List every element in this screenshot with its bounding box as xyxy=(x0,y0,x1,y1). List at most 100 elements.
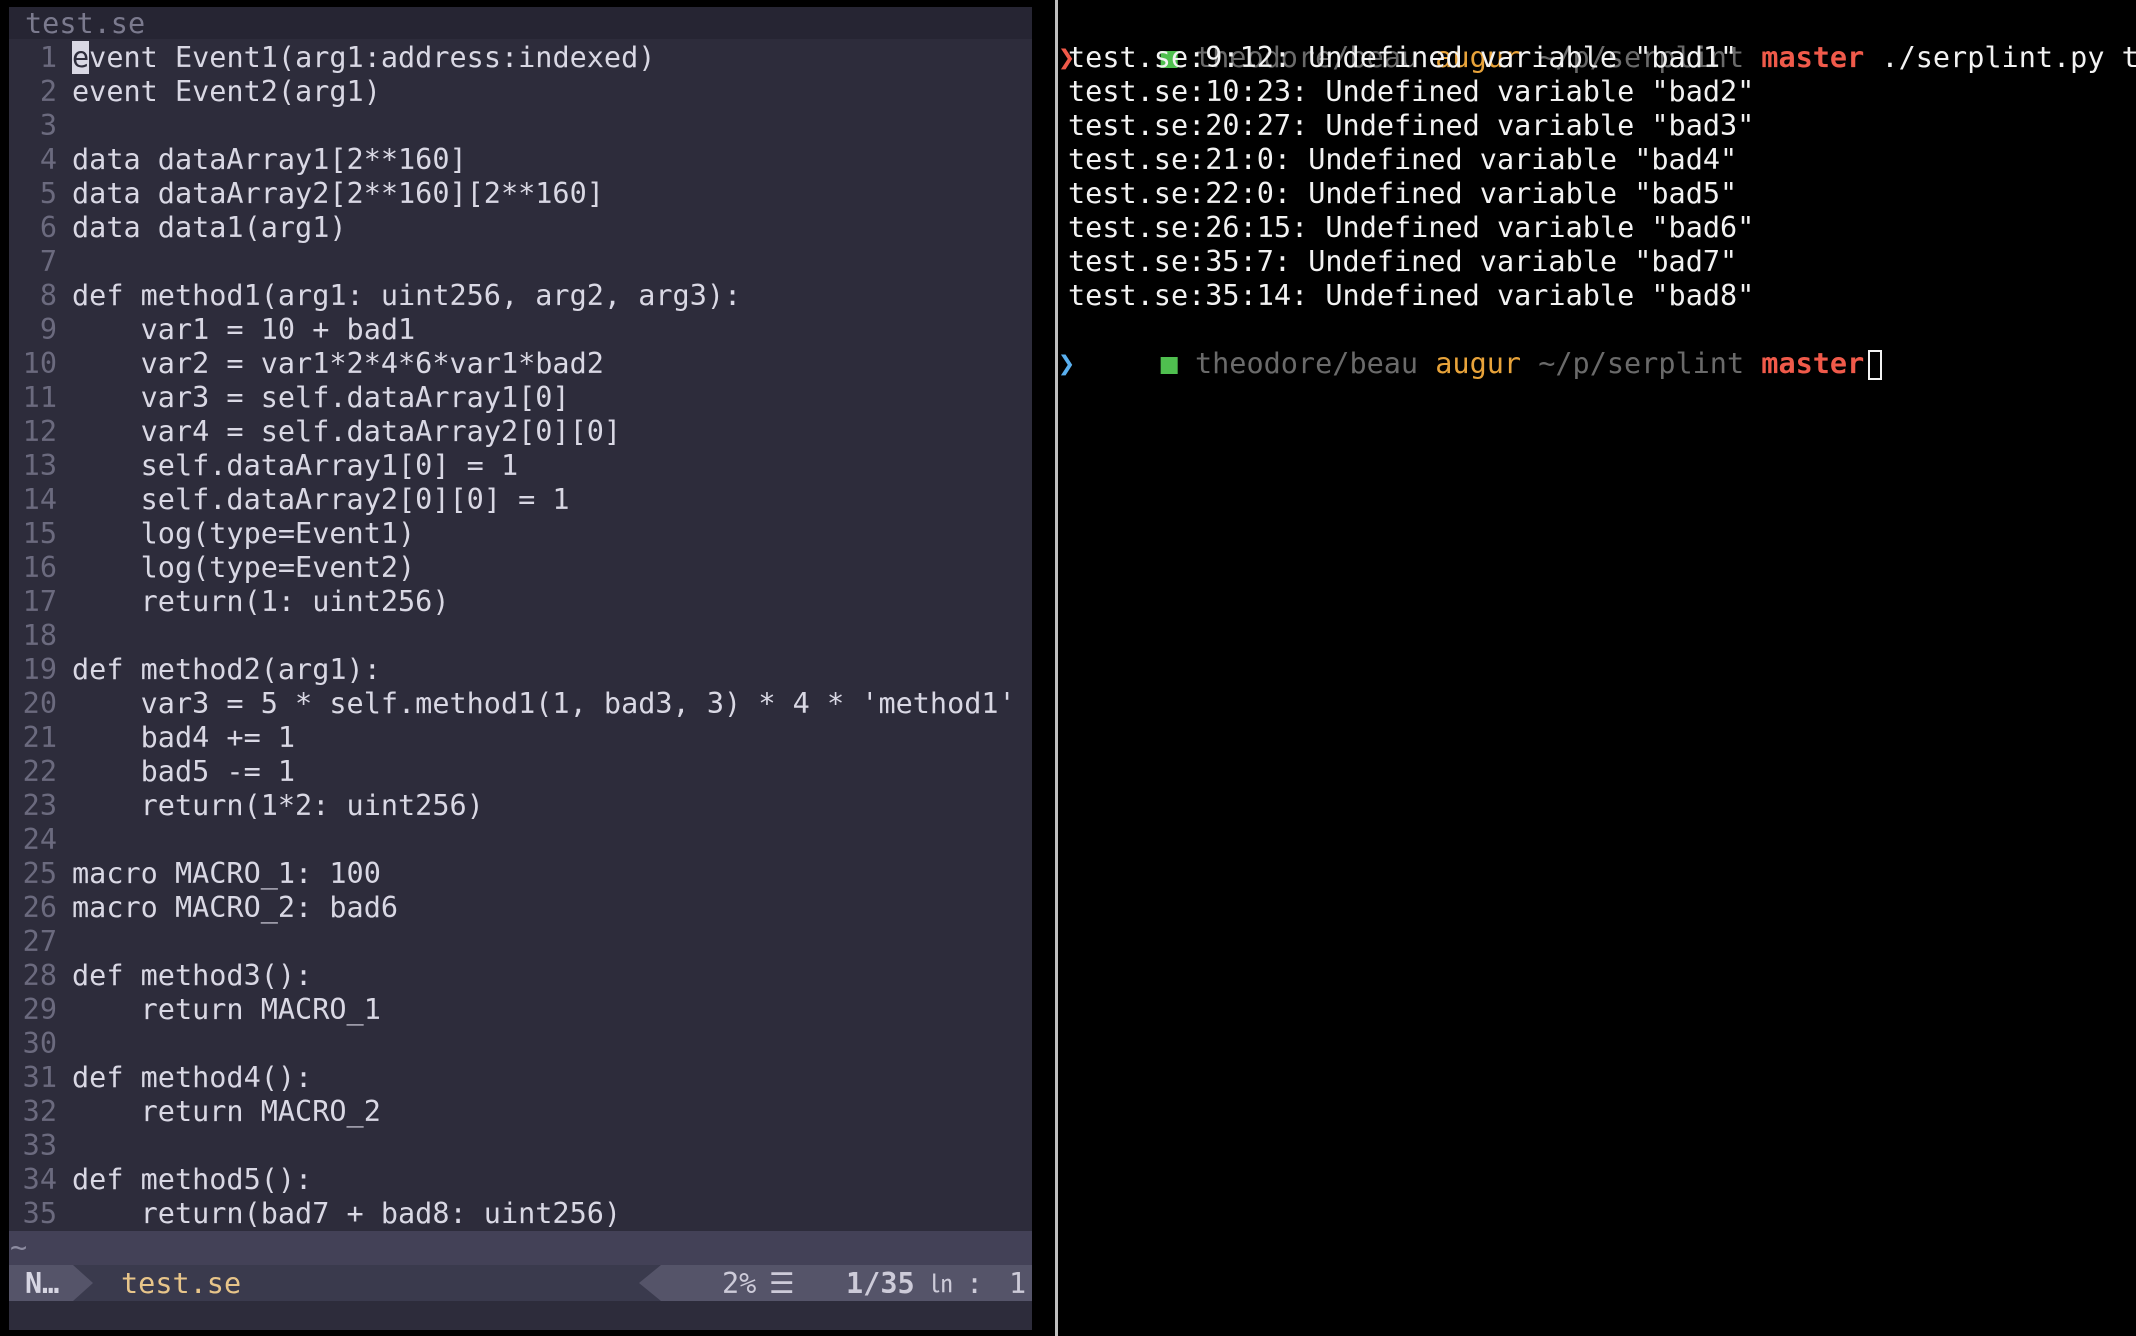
code-line[interactable]: 24 xyxy=(9,823,1032,857)
line-text[interactable]: data data1(arg1) xyxy=(72,211,347,245)
code-line[interactable]: 13 self.dataArray1[0] = 1 xyxy=(9,449,1032,483)
line-text[interactable]: data dataArray1[2**160] xyxy=(72,143,467,177)
line-text[interactable]: return(bad7 + bad8: uint256) xyxy=(72,1197,621,1231)
prompt-line-1: ❯ ■ theodore/beau augur ~/p/serplint mast… xyxy=(1058,7,2136,74)
line-number: 30 xyxy=(22,1027,57,1060)
line-number: 7 xyxy=(39,245,57,278)
typed-command: ./serplint.py test.se xyxy=(1881,41,2136,74)
lint-error-line: test.se:20:27: Undefined variable "bad3" xyxy=(1068,109,1755,142)
line-text[interactable]: def method3(): xyxy=(72,959,312,993)
code-line[interactable]: 8 def method1(arg1: uint256, arg2, arg3): xyxy=(9,279,1032,313)
code-line[interactable]: 3 xyxy=(9,109,1032,143)
line-text[interactable]: return MACRO_2 xyxy=(72,1095,381,1129)
code-line[interactable]: 6 data data1(arg1) xyxy=(9,211,1032,245)
line-text[interactable]: log(type=Event2) xyxy=(72,551,416,585)
line-text[interactable]: macro MACRO_2: bad6 xyxy=(72,891,398,925)
line-text[interactable]: return(1: uint256) xyxy=(72,585,450,619)
code-line[interactable]: 19 def method2(arg1): xyxy=(9,653,1032,687)
line-number: 18 xyxy=(22,619,57,652)
code-line[interactable]: 18 xyxy=(9,619,1032,653)
line-text[interactable]: def method4(): xyxy=(72,1061,312,1095)
code-line[interactable]: 20 var3 = 5 * self.method1(1, bad3, 3) *… xyxy=(9,687,1032,721)
line-number: 12 xyxy=(22,415,57,448)
code-line[interactable]: 25 macro MACRO_1: 100 xyxy=(9,857,1032,891)
tab-title[interactable]: test.se xyxy=(25,7,145,41)
terminal-pane[interactable]: ❯ ■ theodore/beau augur ~/p/serplint mast… xyxy=(1058,0,2136,1336)
code-line[interactable]: 34 def method5(): xyxy=(9,1163,1032,1197)
line-text[interactable]: self.dataArray2[0][0] = 1 xyxy=(72,483,570,517)
code-line[interactable]: 22 bad5 -= 1 xyxy=(9,755,1032,789)
code-line[interactable]: 28 def method3(): xyxy=(9,959,1032,993)
line-number-icon: ㏑ xyxy=(929,1270,953,1298)
line-text[interactable]: bad4 += 1 xyxy=(72,721,295,755)
code-line[interactable]: 12 var4 = self.dataArray2[0][0] xyxy=(9,415,1032,449)
code-line[interactable]: 29 return MACRO_1 xyxy=(9,993,1032,1027)
line-text[interactable]: event Event1(arg1:address:indexed) xyxy=(72,41,655,75)
code-line[interactable]: 14 self.dataArray2[0][0] = 1 xyxy=(9,483,1032,517)
prompt-path: ~/p/serplint xyxy=(1538,347,1745,380)
code-line[interactable]: 32 return MACRO_2 xyxy=(9,1095,1032,1129)
code-line[interactable]: 16 log(type=Event2) xyxy=(9,551,1032,585)
line-text[interactable]: var3 = 5 * self.method1(1, bad3, 3) * 4 … xyxy=(72,687,1016,721)
code-line[interactable]: 35 return(bad7 + bad8: uint256) xyxy=(9,1197,1032,1231)
line-text[interactable]: return(1*2: uint256) xyxy=(72,789,484,823)
terminal-cursor[interactable] xyxy=(1868,350,1883,380)
line-text[interactable]: return MACRO_1 xyxy=(72,993,381,1027)
code-line[interactable]: 17 return(1: uint256) xyxy=(9,585,1032,619)
code-area[interactable]: 1 event Event1(arg1:address:indexed) 2 even… xyxy=(9,41,1032,1231)
line-position: 1/35 xyxy=(846,1267,915,1300)
code-line[interactable]: 23 return(1*2: uint256) xyxy=(9,789,1032,823)
line-text[interactable]: self.dataArray1[0] = 1 xyxy=(72,449,519,483)
code-line[interactable]: 26 macro MACRO_2: bad6 xyxy=(9,891,1032,925)
line-text[interactable]: macro MACRO_1: 100 xyxy=(72,857,381,891)
code-line[interactable]: 2 event Event2(arg1) xyxy=(9,75,1032,109)
code-line[interactable]: 15 log(type=Event1) xyxy=(9,517,1032,551)
code-line[interactable]: 33 xyxy=(9,1129,1032,1163)
code-line[interactable]: 9 var1 = 10 + bad1 xyxy=(9,313,1032,347)
line-text[interactable]: data dataArray2[2**160][2**160] xyxy=(72,177,604,211)
code-line[interactable]: 4 data dataArray1[2**160] xyxy=(9,143,1032,177)
line-text[interactable]: var4 = self.dataArray2[0][0] xyxy=(72,415,621,449)
line-number: 6 xyxy=(39,211,57,244)
vim-editor-pane[interactable]: test.se 1 event Event1(arg1:address:index… xyxy=(9,7,1032,1330)
command-line[interactable] xyxy=(9,1301,1032,1330)
status-square-icon: ■ xyxy=(1160,347,1178,380)
line-number: 5 xyxy=(39,177,57,210)
line-text[interactable]: var1 = 10 + bad1 xyxy=(72,313,416,347)
line-text[interactable]: event Event2(arg1) xyxy=(72,75,381,109)
line-text[interactable]: def method2(arg1): xyxy=(72,653,381,687)
line-number: 16 xyxy=(22,551,57,584)
line-number: 35 xyxy=(22,1197,57,1230)
prompt-host: augur xyxy=(1435,347,1522,380)
code-line[interactable]: 27 xyxy=(9,925,1032,959)
line-number: 15 xyxy=(22,517,57,550)
code-line[interactable]: 1 event Event1(arg1:address:indexed) xyxy=(9,41,1032,75)
code-line[interactable]: 10 var2 = var1*2*4*6*var1*bad2 xyxy=(9,347,1032,381)
lint-error-line: test.se:10:23: Undefined variable "bad2" xyxy=(1068,75,1755,108)
line-number: 20 xyxy=(22,687,57,720)
code-line[interactable]: 30 xyxy=(9,1027,1032,1061)
code-line[interactable]: 11 var3 = self.dataArray1[0] xyxy=(9,381,1032,415)
statusline-right-section: 2% ☰ 1/35 ㏑ : 1 xyxy=(661,1265,1032,1301)
vim-statusline: N… test.se 2% ☰ 1/35 ㏑ : 1 xyxy=(9,1265,1032,1301)
line-number: 17 xyxy=(22,585,57,618)
line-text[interactable]: log(type=Event1) xyxy=(72,517,416,551)
lint-error-line: test.se:35:7: Undefined variable "bad7" xyxy=(1068,245,1738,278)
prompt-arrow-icon: ❯ xyxy=(1058,347,1076,380)
line-number: 25 xyxy=(22,857,57,890)
line-number: 26 xyxy=(22,891,57,924)
code-line[interactable]: 7 xyxy=(9,245,1032,279)
line-number: 1 xyxy=(39,41,57,74)
code-line[interactable]: 31 def method4(): xyxy=(9,1061,1032,1095)
prompt-git-branch: master xyxy=(1761,347,1865,380)
line-number: 21 xyxy=(22,721,57,754)
code-line[interactable]: 21 bad4 += 1 xyxy=(9,721,1032,755)
line-text[interactable]: var3 = self.dataArray1[0] xyxy=(72,381,570,415)
line-text[interactable]: def method1(arg1: uint256, arg2, arg3): xyxy=(72,279,741,313)
line-text[interactable]: def method5(): xyxy=(72,1163,312,1197)
prompt-line-2[interactable]: ❯ ■ theodore/beau augur ~/p/serplint mast… xyxy=(1058,313,1883,380)
line-number: 10 xyxy=(22,347,57,380)
line-text[interactable]: var2 = var1*2*4*6*var1*bad2 xyxy=(72,347,604,381)
code-line[interactable]: 5 data dataArray2[2**160][2**160] xyxy=(9,177,1032,211)
line-text[interactable]: bad5 -= 1 xyxy=(72,755,295,789)
